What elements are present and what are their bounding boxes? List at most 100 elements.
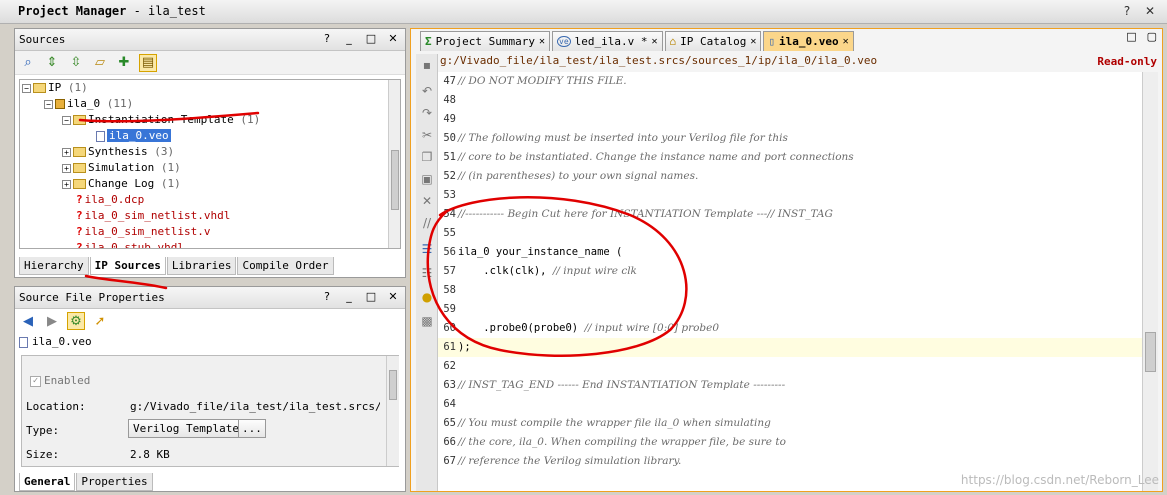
show-properties-icon[interactable]: ▤	[139, 53, 157, 72]
tab-ila0-veo[interactable]: ▯ ila_0.veo ✕	[763, 31, 854, 51]
sources-tree: − IP (1) − ila_0 (11) − Instantiation Templ…	[19, 79, 401, 249]
pointer-icon[interactable]: ➚	[91, 312, 109, 330]
folder-icon	[73, 179, 86, 189]
line-number: 62	[443, 360, 456, 372]
tree-item-ip[interactable]: − IP (1)	[22, 80, 88, 95]
line-number: 52	[443, 170, 456, 182]
help-icon[interactable]: ?	[321, 290, 333, 303]
editor-scrollbar[interactable]	[1142, 72, 1158, 491]
enabled-checkbox-row[interactable]: ✓ Enabled	[30, 374, 90, 387]
tree-item-stub-vhdl[interactable]: ? ila_0_stub.vhdl	[76, 240, 184, 248]
code-comment: // input wire clk	[552, 265, 637, 277]
tree-item-sim-netlist-vhdl[interactable]: ? ila_0_sim_netlist.vhdl	[76, 208, 230, 223]
tab-hierarchy[interactable]: Hierarchy	[19, 257, 89, 275]
tree-item-simulation[interactable]: + Simulation (1)	[62, 160, 181, 175]
restore-icon[interactable]: □	[365, 32, 377, 45]
code-comment: // INST_TAG_END ------ End INSTANTIATION…	[458, 379, 786, 391]
scroll-thumb[interactable]	[391, 150, 399, 210]
tab-libraries[interactable]: Libraries	[166, 257, 237, 275]
tab-led-ila[interactable]: ve led_ila.v * ✕	[552, 31, 663, 51]
close-icon[interactable]: ✕	[387, 32, 399, 45]
file-icon: ▯	[768, 35, 776, 48]
tree-scrollbar[interactable]	[388, 80, 400, 248]
minimize-icon[interactable]: _	[343, 32, 355, 45]
close-tab-icon[interactable]: ✕	[750, 36, 756, 47]
help-icon[interactable]: ?	[1120, 4, 1134, 18]
close-tab-icon[interactable]: ✕	[652, 36, 658, 47]
code-line: 61);	[438, 338, 1142, 357]
collapse-icon[interactable]: −	[22, 83, 31, 93]
restore-icon[interactable]: □	[1126, 30, 1136, 43]
tab-compile-order[interactable]: Compile Order	[237, 257, 334, 275]
expand-icon[interactable]: +	[62, 163, 71, 173]
tab-general[interactable]: General	[19, 473, 76, 491]
editor-tabs: Σ Project Summary ✕ ve led_ila.v * ✕ ⌂ IP Cat…	[420, 31, 856, 51]
back-arrow-icon[interactable]: ◀	[19, 312, 37, 330]
tree-item-instantiation-template[interactable]: − Instantiation Template (1)	[62, 112, 260, 127]
save-icon[interactable]: ▪	[420, 58, 434, 72]
expand-icon[interactable]: +	[62, 179, 71, 189]
tree-item-ila0[interactable]: − ila_0 (11)	[44, 96, 133, 111]
tree-item-sim-netlist-v[interactable]: ? ila_0_sim_netlist.v	[76, 224, 210, 239]
restore-icon[interactable]: □	[365, 290, 377, 303]
tree-item-change-log[interactable]: + Change Log (1)	[62, 176, 181, 191]
collapse-all-icon[interactable]: ⇕	[43, 54, 61, 72]
type-more-button[interactable]: ...	[238, 419, 266, 438]
folder-icon	[33, 83, 46, 93]
minimize-icon[interactable]: _	[343, 290, 355, 303]
maximize-icon[interactable]: ▢	[1147, 30, 1157, 43]
file-icon	[96, 130, 105, 142]
tab-project-summary[interactable]: Σ Project Summary ✕	[420, 31, 550, 51]
missing-file-icon: ?	[76, 225, 83, 238]
code-line: 62	[438, 357, 1142, 376]
scroll-thumb[interactable]	[1145, 332, 1156, 372]
tab-properties[interactable]: Properties	[76, 473, 153, 491]
add-sources-icon[interactable]: ✚	[115, 54, 133, 72]
tab-ip-sources[interactable]: IP Sources	[89, 257, 166, 275]
tab-ip-catalog[interactable]: ⌂ IP Catalog ✕	[664, 31, 762, 51]
ip-catalog-icon: ⌂	[669, 35, 677, 48]
code-line: 64	[438, 395, 1142, 414]
properties-toolbar: ◀ ▶ ⚙ ➚	[15, 309, 405, 333]
code-line: 66// the core, ila_0. When compiling the…	[438, 433, 1142, 452]
copy-icon[interactable]: ❐	[420, 150, 434, 164]
outdent-icon[interactable]: ☷	[420, 266, 434, 280]
collapse-icon[interactable]: −	[62, 115, 71, 125]
delete-icon[interactable]: ✕	[420, 194, 434, 208]
line-number: 64	[443, 398, 456, 410]
help-icon[interactable]: ?	[321, 32, 333, 45]
template-icon[interactable]: ▩	[420, 314, 434, 328]
location-value: g:/Vivado_file/ila_test/ila_test.srcs/so…	[130, 400, 380, 413]
expand-all-icon[interactable]: ⇳	[67, 54, 85, 72]
properties-file-row: ila_0.veo	[19, 335, 92, 348]
checkbox-icon[interactable]: ✓	[30, 375, 41, 387]
expand-icon[interactable]: +	[62, 147, 71, 157]
paste-icon[interactable]: ▣	[420, 172, 434, 186]
close-icon[interactable]: ✕	[1143, 4, 1157, 18]
open-folder-icon[interactable]: ▱	[91, 54, 109, 72]
close-tab-icon[interactable]: ✕	[539, 36, 545, 47]
redo-icon[interactable]: ↷	[420, 106, 434, 120]
code-line: 57 .clk(clk), // input wire clk	[438, 262, 1142, 281]
search-icon[interactable]: ⌕	[19, 54, 37, 72]
undo-icon[interactable]: ↶	[420, 84, 434, 98]
properties-scrollbar[interactable]	[386, 356, 399, 466]
settings-icon[interactable]: ⚙	[67, 312, 85, 330]
close-tab-icon[interactable]: ✕	[843, 36, 849, 47]
indent-icon[interactable]: ☰	[420, 242, 434, 256]
code-editor[interactable]: 47// DO NOT MODIFY THIS FILE. 48 49 50// Th…	[438, 72, 1142, 491]
code-line: 58	[438, 281, 1142, 300]
tree-item-ila0-veo[interactable]: ila_0.veo	[96, 128, 171, 143]
scroll-thumb[interactable]	[389, 370, 397, 400]
collapse-icon[interactable]: −	[44, 99, 53, 109]
cut-icon[interactable]: ✂	[420, 128, 434, 142]
line-number: 67	[443, 455, 456, 467]
code-text: ila_0 your_instance_name (	[458, 246, 623, 258]
comment-icon[interactable]: //	[420, 216, 434, 230]
tree-item-ila0-dcp[interactable]: ? ila_0.dcp	[76, 192, 144, 207]
close-icon[interactable]: ✕	[387, 290, 399, 303]
lightbulb-icon[interactable]: ●	[420, 290, 434, 304]
tree-item-synthesis[interactable]: + Synthesis (3)	[62, 144, 174, 159]
forward-arrow-icon[interactable]: ▶	[43, 312, 61, 330]
code-line: 65// You must compile the wrapper file i…	[438, 414, 1142, 433]
